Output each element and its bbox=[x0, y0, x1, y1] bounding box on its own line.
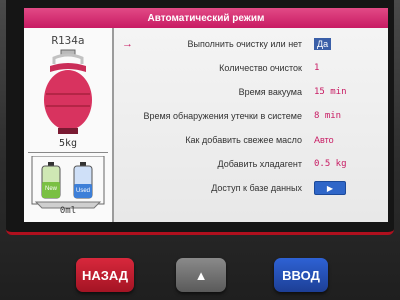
setting-label: Время вакуума bbox=[238, 87, 302, 97]
title-bar: Автоматический режим bbox=[24, 8, 388, 28]
screen-title: Автоматический режим bbox=[147, 12, 265, 24]
refrigerant-cylinder-icon bbox=[44, 49, 92, 134]
scale-reading: 0ml bbox=[59, 206, 77, 216]
setting-value[interactable]: 15 min bbox=[314, 87, 347, 97]
used-bottle-label: Used bbox=[76, 188, 90, 194]
tank-weight: 5kg bbox=[58, 138, 78, 149]
lcd-screen: Автоматический режим R134a 5kg New Used … bbox=[24, 8, 388, 222]
panel-divider bbox=[28, 152, 108, 153]
setting-row-vacuum-time[interactable]: Время вакуума 15 min bbox=[114, 82, 388, 102]
selected-arrow-icon: → bbox=[122, 38, 133, 50]
new-bottle-label: New bbox=[45, 186, 58, 192]
enter-button[interactable]: ВВОД bbox=[274, 258, 328, 292]
play-icon: ▶ bbox=[326, 183, 334, 193]
refrigerant-type: R134a bbox=[51, 34, 85, 47]
setting-label: Время обнаружения утечки в системе bbox=[143, 111, 302, 121]
setting-value[interactable]: Авто bbox=[314, 135, 334, 145]
up-arrow-button[interactable]: ▲ bbox=[176, 258, 226, 292]
setting-label: Количество очисток bbox=[219, 63, 302, 73]
setting-label: Доступ к базе данных bbox=[211, 183, 302, 193]
setting-label: Как добавить свежее масло bbox=[185, 135, 302, 145]
setting-row-refrigerant-amount[interactable]: Добавить хладагент 0.5 kg bbox=[114, 154, 388, 174]
setting-value[interactable]: 0.5 kg bbox=[314, 159, 347, 169]
setting-value[interactable]: 1 bbox=[314, 63, 319, 73]
setting-row-database[interactable]: Доступ к базе данных ▶ bbox=[114, 178, 388, 198]
database-open-button[interactable]: ▶ bbox=[314, 181, 346, 195]
setting-value[interactable]: 8 min bbox=[314, 111, 341, 121]
setting-row-leak-time[interactable]: Время обнаружения утечки в системе 8 min bbox=[114, 106, 388, 126]
device-body: Автоматический режим R134a 5kg New Used … bbox=[0, 0, 400, 300]
setting-row-cleaning[interactable]: → Выполнить очистку или нет Да bbox=[114, 34, 388, 54]
status-panel: R134a 5kg New Used 0ml bbox=[24, 28, 114, 222]
setting-label: Добавить хладагент bbox=[217, 159, 302, 169]
setting-row-cleaning-count[interactable]: Количество очисток 1 bbox=[114, 58, 388, 78]
settings-list: → Выполнить очистку или нет Да Количеств… bbox=[114, 28, 388, 222]
back-button[interactable]: НАЗАД bbox=[76, 258, 134, 292]
setting-label: Выполнить очистку или нет bbox=[187, 39, 302, 49]
setting-value[interactable]: Да bbox=[314, 38, 332, 50]
setting-row-oil-mode[interactable]: Как добавить свежее масло Авто bbox=[114, 130, 388, 150]
screen-bezel: Автоматический режим R134a 5kg New Used … bbox=[6, 0, 394, 235]
